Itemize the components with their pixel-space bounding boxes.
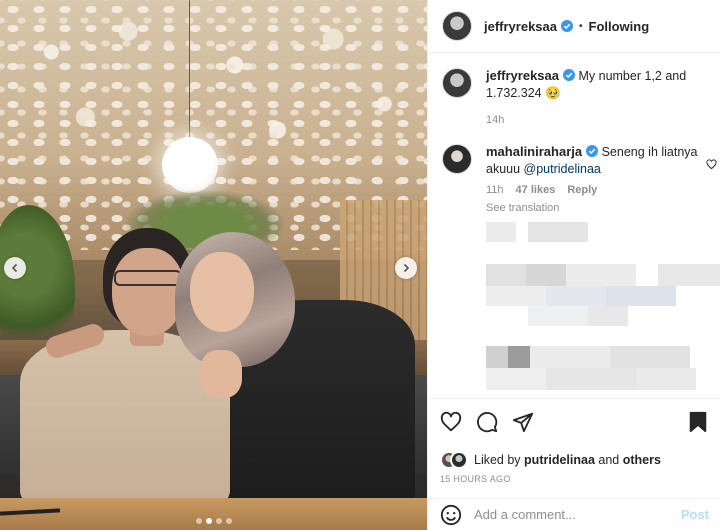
comment-icon[interactable] <box>476 411 498 433</box>
carousel-dot <box>205 518 212 524</box>
chevron-right-icon <box>403 263 410 273</box>
bookmark-icon[interactable] <box>687 411 709 433</box>
carousel-indicator <box>0 518 427 524</box>
liked-by: Liked by putridelinaa and others <box>440 451 709 469</box>
comment-item: mahaliniraharja Seneng ih liatnya akuuu … <box>428 129 720 217</box>
header-separator: • <box>579 20 583 32</box>
see-translation-link[interactable]: See translation <box>486 200 707 217</box>
comment-meta: 11h 47 likes Reply <box>486 182 707 199</box>
avatar[interactable] <box>442 144 472 174</box>
action-icons <box>440 409 709 435</box>
paper-plane-icon[interactable] <box>512 411 534 433</box>
avatar[interactable] <box>442 11 472 41</box>
post-actions: Liked by putridelinaa and others 15 HOUR… <box>428 398 720 484</box>
add-comment-bar: Post <box>428 498 720 530</box>
comment-body: mahaliniraharja Seneng ih liatnya akuuu … <box>486 143 707 217</box>
carousel-next-button[interactable] <box>395 257 417 279</box>
liked-by-middle: and <box>598 453 620 467</box>
photo-table <box>0 498 427 530</box>
avatar[interactable] <box>450 451 468 469</box>
header-username[interactable]: jeffryreksaa <box>484 19 557 34</box>
comment-likes-count[interactable]: 47 likes <box>516 182 556 199</box>
comment-timestamp[interactable]: 11h <box>486 182 504 199</box>
photo-person-right-hand <box>200 350 242 398</box>
photo-person-right-face <box>190 252 254 332</box>
liked-by-text: Liked by putridelinaa and others <box>474 453 661 467</box>
chevron-left-icon <box>11 263 18 273</box>
verified-badge-icon <box>561 20 573 32</box>
carousel-dot <box>215 518 222 524</box>
carousel-prev-button[interactable] <box>4 257 26 279</box>
carousel-dot <box>195 518 202 524</box>
caption-username[interactable]: jeffryreksaa <box>486 68 559 83</box>
comment-like-icon[interactable] <box>706 159 717 170</box>
liked-by-user-link[interactable]: putridelinaa <box>524 453 595 467</box>
caption-body: jeffryreksaa My number 1,2 and 1.732.324… <box>486 67 707 129</box>
instagram-post: jeffryreksaa • Following jeffryreksaa My… <box>0 0 720 530</box>
photo-pendant-lamp <box>162 137 218 193</box>
avatar[interactable] <box>442 68 472 98</box>
post-header: jeffryreksaa • Following <box>428 0 720 53</box>
photo-person-left-face <box>112 248 184 336</box>
comment-reply-button[interactable]: Reply <box>567 182 597 199</box>
caption-timestamp[interactable]: 14h <box>486 112 707 129</box>
following-button[interactable]: Following <box>589 19 650 34</box>
carousel-dot <box>225 518 232 524</box>
verified-badge-icon <box>563 69 575 81</box>
comment-input[interactable] <box>474 507 681 522</box>
comment-mention-link[interactable]: @putridelinaa <box>524 162 601 176</box>
post-sidebar: jeffryreksaa • Following jeffryreksaa My… <box>427 0 720 530</box>
photo-lamp-cord <box>189 0 190 140</box>
photo-person-left-glasses <box>114 270 182 286</box>
post-comment-button[interactable]: Post <box>681 507 709 522</box>
comment-username[interactable]: mahaliniraharja <box>486 144 582 159</box>
emoji-icon[interactable] <box>440 504 462 526</box>
liked-by-others-link[interactable]: others <box>623 453 661 467</box>
caption: jeffryreksaa My number 1,2 and 1.732.324… <box>428 54 720 129</box>
comments-list: jeffryreksaa My number 1,2 and 1.732.324… <box>428 54 720 398</box>
post-photo[interactable] <box>0 0 427 530</box>
heart-icon[interactable] <box>440 411 462 433</box>
liked-by-prefix: Liked by <box>474 453 521 467</box>
post-timestamp[interactable]: 15 HOURS AGO <box>440 474 709 484</box>
verified-badge-icon <box>586 145 599 157</box>
